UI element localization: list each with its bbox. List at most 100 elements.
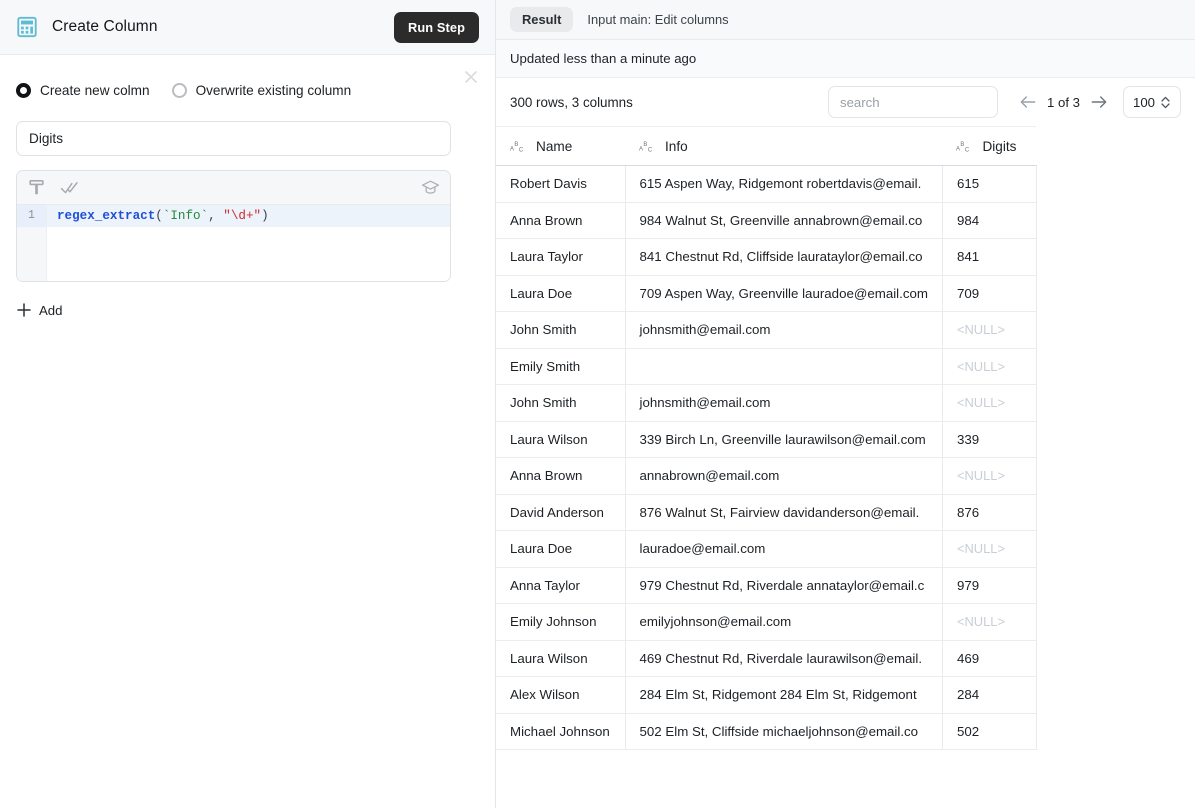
table-cell-digits[interactable]: <NULL> <box>942 457 1037 495</box>
table-cell-info[interactable]: emilyjohnson@email.com <box>625 603 943 641</box>
table-cell-digits[interactable]: 339 <box>942 421 1037 458</box>
table-cell-info[interactable]: 469 Chestnut Rd, Riverdale laurawilson@e… <box>625 640 943 677</box>
table-row[interactable]: David Anderson 876 Walnut St, Fairview da… <box>496 494 1037 531</box>
table-row[interactable]: Laura Wilson 339 Birch Ln, Greenville lau… <box>496 421 1037 458</box>
radio-create-new-column-label[interactable]: Create new colmn <box>40 83 150 98</box>
format-icon[interactable] <box>27 178 46 197</box>
table-cell-name[interactable]: Robert Davis <box>496 165 626 203</box>
table-cell-digits[interactable]: 984 <box>942 202 1037 239</box>
table-cell-digits[interactable]: 979 <box>942 567 1037 604</box>
editor-code-column[interactable]: regex_extract(`Info`, "\d+") <box>47 205 450 281</box>
table-cell-name[interactable]: John Smith <box>496 311 626 349</box>
table-cell-name[interactable]: John Smith <box>496 384 626 422</box>
table-row[interactable]: Emily Johnson emilyjohnson@email.com <NULL… <box>496 603 1037 641</box>
result-panel: Result Input main: Edit columns Updated … <box>496 0 1195 808</box>
radio-overwrite-existing-column[interactable] <box>171 82 187 98</box>
table-cell-info[interactable]: 709 Aspen Way, Greenville lauradoe@email… <box>625 275 943 312</box>
table-cell-digits[interactable]: <NULL> <box>942 311 1037 349</box>
column-name-input[interactable] <box>16 121 451 156</box>
table-cell-info[interactable]: 979 Chestnut Rd, Riverdale annataylor@em… <box>625 567 943 604</box>
table-cell-digits[interactable]: 615 <box>942 165 1037 203</box>
arrow-right-icon[interactable] <box>1089 92 1109 112</box>
table-cell-name[interactable]: Alex Wilson <box>496 676 626 714</box>
editor-area[interactable]: 1 regex_extract(`Info`, "\d+") <box>17 205 450 281</box>
table-cell-info[interactable]: 841 Chestnut Rd, Cliffside laurataylor@e… <box>625 238 943 276</box>
table-row[interactable]: John Smith johnsmith@email.com <NULL> <box>496 384 1037 422</box>
table-cell-info[interactable]: 284 Elm St, Ridgemont 284 Elm St, Ridgem… <box>625 676 943 714</box>
table-cell-name[interactable]: Anna Taylor <box>496 567 626 604</box>
search-input[interactable] <box>827 86 998 118</box>
table-cell-name[interactable]: Michael Johnson <box>496 713 626 750</box>
table-cell-digits[interactable]: 284 <box>942 676 1037 714</box>
code-line-1[interactable]: regex_extract(`Info`, "\d+") <box>47 205 450 227</box>
table-cell-info[interactable]: 502 Elm St, Cliffside michaeljohnson@ema… <box>625 713 943 750</box>
result-tabs: Result Input main: Edit columns <box>496 0 1195 40</box>
double-check-icon[interactable] <box>60 178 79 197</box>
abc-text-type-icon: A B C <box>956 142 970 153</box>
svg-text:C: C <box>965 147 970 153</box>
table-cell-name[interactable]: Laura Wilson <box>496 421 626 458</box>
table-row[interactable]: John Smith johnsmith@email.com <NULL> <box>496 311 1037 349</box>
tab-input-main-edit-columns[interactable]: Input main: Edit columns <box>579 7 736 32</box>
radio-overwrite-existing-column-label[interactable]: Overwrite existing column <box>196 83 352 98</box>
table-cell-info[interactable]: lauradoe@email.com <box>625 530 943 568</box>
add-step-button[interactable]: Add <box>16 302 78 318</box>
table-cell-name[interactable]: Emily Smith <box>496 348 626 385</box>
table-cell-name[interactable]: Emily Johnson <box>496 603 626 641</box>
svg-text:A: A <box>510 146 514 152</box>
svg-text:A: A <box>956 146 960 152</box>
table-row[interactable]: Anna Brown 984 Walnut St, Greenville anna… <box>496 202 1037 239</box>
table-cell-digits[interactable]: 709 <box>942 275 1037 312</box>
column-header-digits[interactable]: A B C Digits <box>942 126 1037 166</box>
table-body: Robert Davis 615 Aspen Way, Ridgemont rob… <box>496 165 1037 750</box>
table-cell-digits[interactable]: 502 <box>942 713 1037 750</box>
table-cell-info[interactable] <box>625 348 943 385</box>
column-header-info[interactable]: A B C Info <box>625 126 943 166</box>
null-value: <NULL> <box>956 358 1005 374</box>
column-header-name[interactable]: A B C Name <box>496 126 625 166</box>
table-row[interactable]: Laura Doe lauradoe@email.com <NULL> <box>496 530 1037 568</box>
table-row[interactable]: Anna Brown annabrown@email.com <NULL> <box>496 457 1037 495</box>
close-icon[interactable] <box>461 67 481 87</box>
table-cell-info[interactable]: johnsmith@email.com <box>625 311 943 349</box>
table-row[interactable]: Laura Wilson 469 Chestnut Rd, Riverdale l… <box>496 640 1037 677</box>
table-cell-info[interactable]: 876 Walnut St, Fairview davidanderson@em… <box>625 494 943 531</box>
table-row[interactable]: Laura Taylor 841 Chestnut Rd, Cliffside l… <box>496 238 1037 276</box>
graduation-cap-icon[interactable] <box>421 178 440 197</box>
result-table-container[interactable]: A B C Name A B C Info A B C Digits Rober… <box>496 126 1195 808</box>
page-size-selector[interactable]: 100 <box>1122 86 1181 118</box>
run-step-button[interactable]: Run Step <box>394 11 479 43</box>
table-cell-digits[interactable]: <NULL> <box>942 530 1037 568</box>
arrow-left-icon[interactable] <box>1018 92 1038 112</box>
table-cell-name[interactable]: Anna Brown <box>496 202 626 239</box>
svg-text:A: A <box>639 146 643 152</box>
table-cell-digits[interactable]: 841 <box>942 238 1037 276</box>
table-row[interactable]: Anna Taylor 979 Chestnut Rd, Riverdale an… <box>496 567 1037 604</box>
table-row[interactable]: Laura Doe 709 Aspen Way, Greenville laura… <box>496 275 1037 312</box>
table-cell-digits[interactable]: 469 <box>942 640 1037 677</box>
chevron-updown-icon <box>1161 96 1170 108</box>
table-cell-info[interactable]: 615 Aspen Way, Ridgemont robertdavis@ema… <box>625 165 943 203</box>
table-cell-name[interactable]: Laura Taylor <box>496 238 626 276</box>
table-cell-digits[interactable]: <NULL> <box>942 603 1037 641</box>
table-row[interactable]: Michael Johnson 502 Elm St, Cliffside mic… <box>496 713 1037 750</box>
radio-create-new-column[interactable] <box>16 82 31 98</box>
table-cell-digits[interactable]: <NULL> <box>942 348 1037 385</box>
table-row[interactable]: Emily Smith <NULL> <box>496 348 1037 385</box>
table-cell-name[interactable]: Laura Doe <box>496 530 626 568</box>
table-cell-info[interactable]: johnsmith@email.com <box>625 384 943 422</box>
abc-text-type-icon: A B C <box>510 142 524 153</box>
table-row[interactable]: Alex Wilson 284 Elm St, Ridgemont 284 Elm… <box>496 676 1037 714</box>
table-cell-name[interactable]: David Anderson <box>496 494 626 531</box>
tab-result[interactable]: Result <box>510 7 574 32</box>
table-cell-digits[interactable]: <NULL> <box>942 384 1037 422</box>
table-cell-info[interactable]: 339 Birch Ln, Greenville laurawilson@ema… <box>625 421 943 458</box>
table-cell-info[interactable]: 984 Walnut St, Greenville annabrown@emai… <box>625 202 943 239</box>
table-cell-name[interactable]: Anna Brown <box>496 457 626 495</box>
table-cell-name[interactable]: Laura Wilson <box>496 640 626 677</box>
svg-text:B: B <box>961 142 965 148</box>
table-row[interactable]: Robert Davis 615 Aspen Way, Ridgemont rob… <box>496 165 1037 203</box>
table-cell-name[interactable]: Laura Doe <box>496 275 626 312</box>
table-cell-info[interactable]: annabrown@email.com <box>625 457 943 495</box>
table-cell-digits[interactable]: 876 <box>942 494 1037 531</box>
